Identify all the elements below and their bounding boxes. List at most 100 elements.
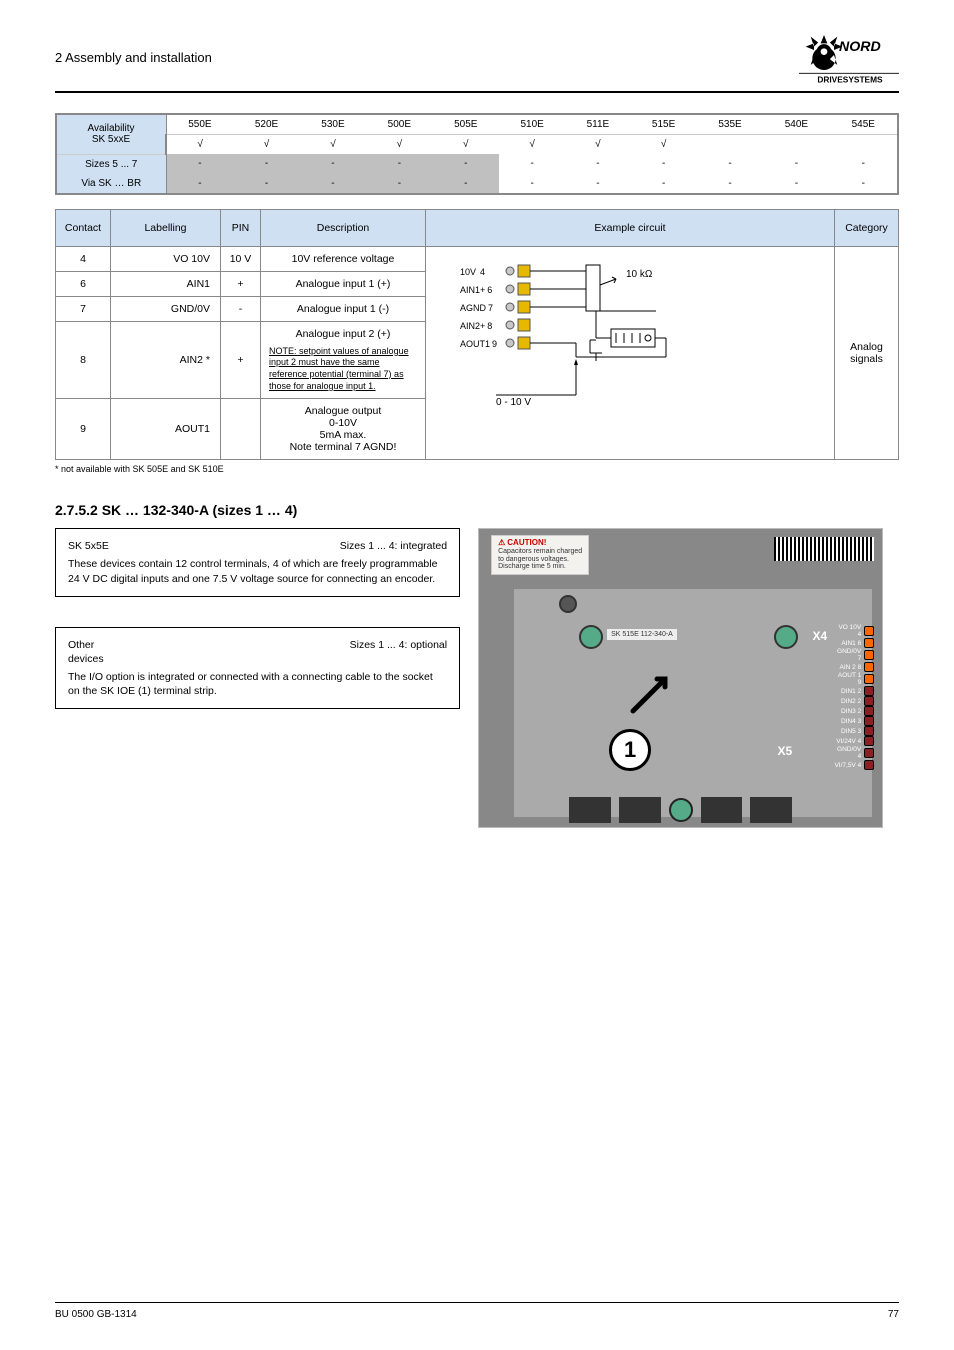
avail-check xyxy=(697,135,763,155)
example-circuit-diagram: 10V4 AIN1+6 AGND7 AIN2+8 AOUT19 xyxy=(426,246,835,460)
availability-title: Availability SK 5xxE xyxy=(56,114,166,154)
lower-two-column: SK 5x5E Sizes 1 ... 4: integrated These … xyxy=(55,528,899,828)
svg-text:AOUT19: AOUT19 xyxy=(460,339,497,349)
contact-cell: 8 xyxy=(56,321,111,399)
terminal-label: AOUT 1 9 xyxy=(833,672,861,686)
terminal-label: GND/0V 4 xyxy=(833,746,861,760)
doc-id: BU 0500 GB-1314 xyxy=(55,1309,137,1320)
logo-text-top: NORD xyxy=(839,39,881,55)
terminal-label: DIN4 3 xyxy=(833,718,861,725)
page-number: 77 xyxy=(888,1309,899,1320)
terminal-label: VO 10V 4 xyxy=(833,624,861,638)
avail-cell: - xyxy=(830,154,898,174)
svg-text:10V4: 10V4 xyxy=(460,267,485,277)
avail-col: 545E xyxy=(830,114,898,135)
terminal-label: AIN 2 8 xyxy=(833,664,861,671)
label-cell: AIN1 xyxy=(111,271,221,296)
avail-cell: - xyxy=(366,174,432,194)
caution-line: Discharge time 5 min. xyxy=(498,563,582,571)
avail-check xyxy=(830,135,898,155)
desc-cell: Analogue input 1 (+) xyxy=(261,271,426,296)
pin-cell: + xyxy=(221,321,261,399)
contact-cell: 7 xyxy=(56,296,111,321)
device-bottom-slots xyxy=(569,797,792,823)
avail-check: √ xyxy=(565,135,630,155)
avail-row-label: Via SK … BR xyxy=(56,174,166,194)
avail-cell: - xyxy=(697,154,763,174)
avail-cell: - xyxy=(499,154,565,174)
avail-cell: - xyxy=(233,154,299,174)
device-model-label: SK 515E 112-340-A xyxy=(607,629,677,640)
avail-cell: - xyxy=(763,154,829,174)
pin-cell: 10 V xyxy=(221,246,261,271)
avail-check: √ xyxy=(630,135,696,155)
avail-cell: - xyxy=(166,174,233,194)
avail-check xyxy=(763,135,829,155)
avail-col: 535E xyxy=(697,114,763,135)
logo-text-bottom: DRIVESYSTEMS xyxy=(817,75,883,85)
terminal-label: DIN3 2 xyxy=(833,708,861,715)
box-right-text: integrated xyxy=(400,540,447,552)
arrow-icon xyxy=(629,667,677,715)
avail-cell: - xyxy=(630,154,696,174)
pin-cell xyxy=(221,399,261,460)
info-box-other: Other devices Sizes 1 ... 4: optional Th… xyxy=(55,627,460,710)
box-right-text: optional xyxy=(410,639,447,651)
section-heading: 2.7.5.2 SK … 132-340-A (sizes 1 … 4) xyxy=(55,502,899,518)
caution-line: Capacitors remain charged xyxy=(498,548,582,556)
avail-col: 530E xyxy=(300,114,366,135)
avail-cell: - xyxy=(830,174,898,194)
desc-note: NOTE: setpoint values of analogue input … xyxy=(269,346,409,391)
box-body: The I/O option is integrated or connecte… xyxy=(68,670,447,698)
label-cell: VO 10V xyxy=(111,246,221,271)
terminal-label: DIN5 3 xyxy=(833,728,861,735)
svg-text:AIN1+6: AIN1+6 xyxy=(460,285,492,295)
avail-check: √ xyxy=(366,135,432,155)
page-header: 2 Assembly and installation NORD DRIVESY… xyxy=(55,30,899,85)
table-header: Description xyxy=(261,209,426,246)
terminal-label: VI/24V 4 xyxy=(833,738,861,745)
section-breadcrumb: 2 Assembly and installation xyxy=(55,50,212,65)
avail-cell: - xyxy=(300,154,366,174)
device-photo: ⚠ CAUTION! Capacitors remain charged to … xyxy=(478,528,883,828)
avail-cell: - xyxy=(433,154,499,174)
caution-line: to dangerous voltages. xyxy=(498,556,582,564)
table-footnote: * not available with SK 505E and SK 510E xyxy=(55,464,899,474)
barcode xyxy=(774,537,874,561)
contact-cell: 9 xyxy=(56,399,111,460)
desc-line: Note terminal 7 AGND! xyxy=(290,441,397,453)
diagram-readout-label: 0 - 10 V xyxy=(496,397,531,408)
avail-check: √ xyxy=(300,135,366,155)
warning-icon: ⚠ xyxy=(498,539,505,548)
avail-cell: - xyxy=(763,174,829,194)
connection-table: Contact Labelling PIN Description Exampl… xyxy=(55,209,899,461)
avail-cell: - xyxy=(697,174,763,194)
desc-line: 5mA max. xyxy=(320,429,367,441)
avail-cell: - xyxy=(366,154,432,174)
avail-cell: - xyxy=(300,174,366,194)
table-row: 4 VO 10V 10 V 10V reference voltage 10V4… xyxy=(56,246,899,271)
desc-cell: Analogue output 0-10V 5mA max. Note term… xyxy=(261,399,426,460)
avail-cell: - xyxy=(166,154,233,174)
avail-col: 511E xyxy=(565,114,630,135)
terminal-strip: VO 10V 4 AIN1 6 GND/0V 7 AIN 2 8 AOUT 1 … xyxy=(833,624,874,770)
avail-col: 500E xyxy=(366,114,432,135)
avail-cell: - xyxy=(433,174,499,194)
caution-label: ⚠ CAUTION! Capacitors remain charged to … xyxy=(491,535,589,575)
avail-col: 540E xyxy=(763,114,829,135)
connector-x4-label: X4 xyxy=(813,629,828,643)
box-body: These devices contain 12 control termina… xyxy=(68,557,447,585)
avail-cell: - xyxy=(630,174,696,194)
pin-cell: + xyxy=(221,271,261,296)
terminal-label: DIN1 2 xyxy=(833,688,861,695)
label-cell: AOUT1 xyxy=(111,399,221,460)
table-header: Example circuit xyxy=(426,209,835,246)
terminal-label: GND/0V 7 xyxy=(833,648,861,662)
box-right-label: Sizes 1 ... 4: xyxy=(340,540,398,552)
terminal-label: AIN1 6 xyxy=(833,640,861,647)
avail-col: 550E xyxy=(166,114,233,135)
availability-table: Availability SK 5xxE 550E 520E 530E 500E… xyxy=(55,113,899,195)
desc-cell: Analogue input 1 (-) xyxy=(261,296,426,321)
table-header: PIN xyxy=(221,209,261,246)
table-header: Contact xyxy=(56,209,111,246)
